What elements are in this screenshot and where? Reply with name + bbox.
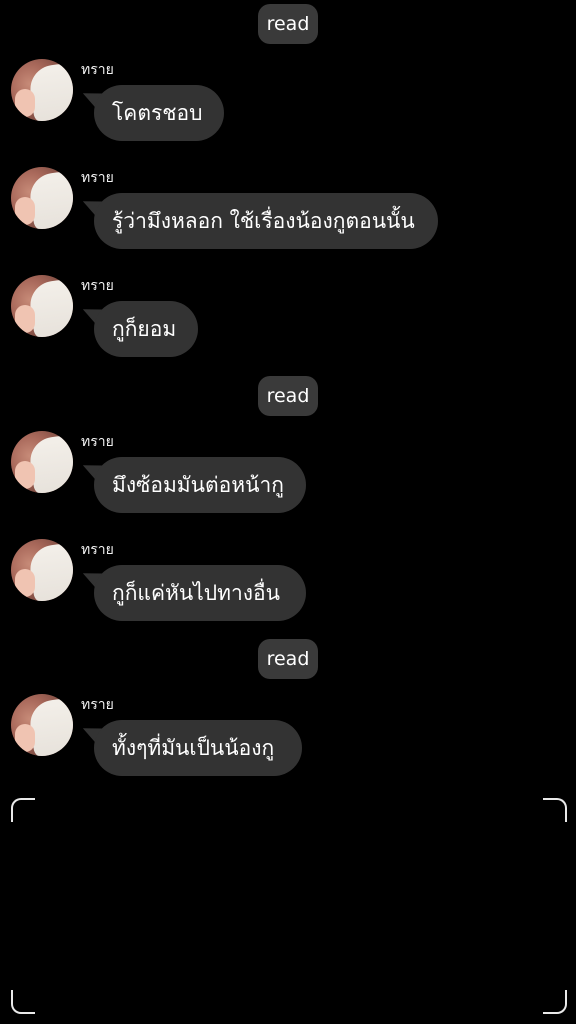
message-bubble[interactable]: มึงซ้อมมันต่อหน้ากู [94, 457, 306, 513]
sender-name: ทราย [81, 170, 114, 186]
message-bubble[interactable]: รู้ว่ามึงหลอก ใช้เรื่องน้องกูตอนนั้น [94, 193, 438, 249]
message: ทราย รู้ว่ามึงหลอก ใช้เรื่องน้องกูตอนนั้… [0, 167, 576, 257]
viewfinder-corner-top-right [543, 798, 567, 822]
avatar[interactable] [11, 59, 73, 121]
viewfinder-corner-top-left [11, 798, 35, 822]
message-bubble[interactable]: กูก็ยอม [94, 301, 198, 357]
message-bubble[interactable]: โคตรชอบ [94, 85, 224, 141]
avatar[interactable] [11, 431, 73, 493]
avatar[interactable] [11, 275, 73, 337]
read-badge: read [258, 639, 318, 679]
sender-name: ทราย [81, 434, 114, 450]
message: ทราย ทั้งๆที่มันเป็นน้องกู [0, 694, 576, 784]
viewfinder-corner-bottom-right [543, 990, 567, 1014]
read-badge: read [258, 4, 318, 44]
message: ทราย มึงซ้อมมันต่อหน้ากู [0, 431, 576, 521]
read-badge: read [258, 376, 318, 416]
message: ทราย กูก็ยอม [0, 275, 576, 365]
sender-name: ทราย [81, 542, 114, 558]
sender-name: ทราย [81, 278, 114, 294]
message-bubble[interactable]: กูก็แค่หันไปทางอื่น [94, 565, 306, 621]
sender-name: ทราย [81, 697, 114, 713]
avatar[interactable] [11, 694, 73, 756]
avatar[interactable] [11, 539, 73, 601]
avatar[interactable] [11, 167, 73, 229]
message-bubble[interactable]: ทั้งๆที่มันเป็นน้องกู [94, 720, 302, 776]
viewfinder-corner-bottom-left [11, 990, 35, 1014]
sender-name: ทราย [81, 62, 114, 78]
message: ทราย กูก็แค่หันไปทางอื่น [0, 539, 576, 629]
message: ทราย โคตรชอบ [0, 59, 576, 149]
